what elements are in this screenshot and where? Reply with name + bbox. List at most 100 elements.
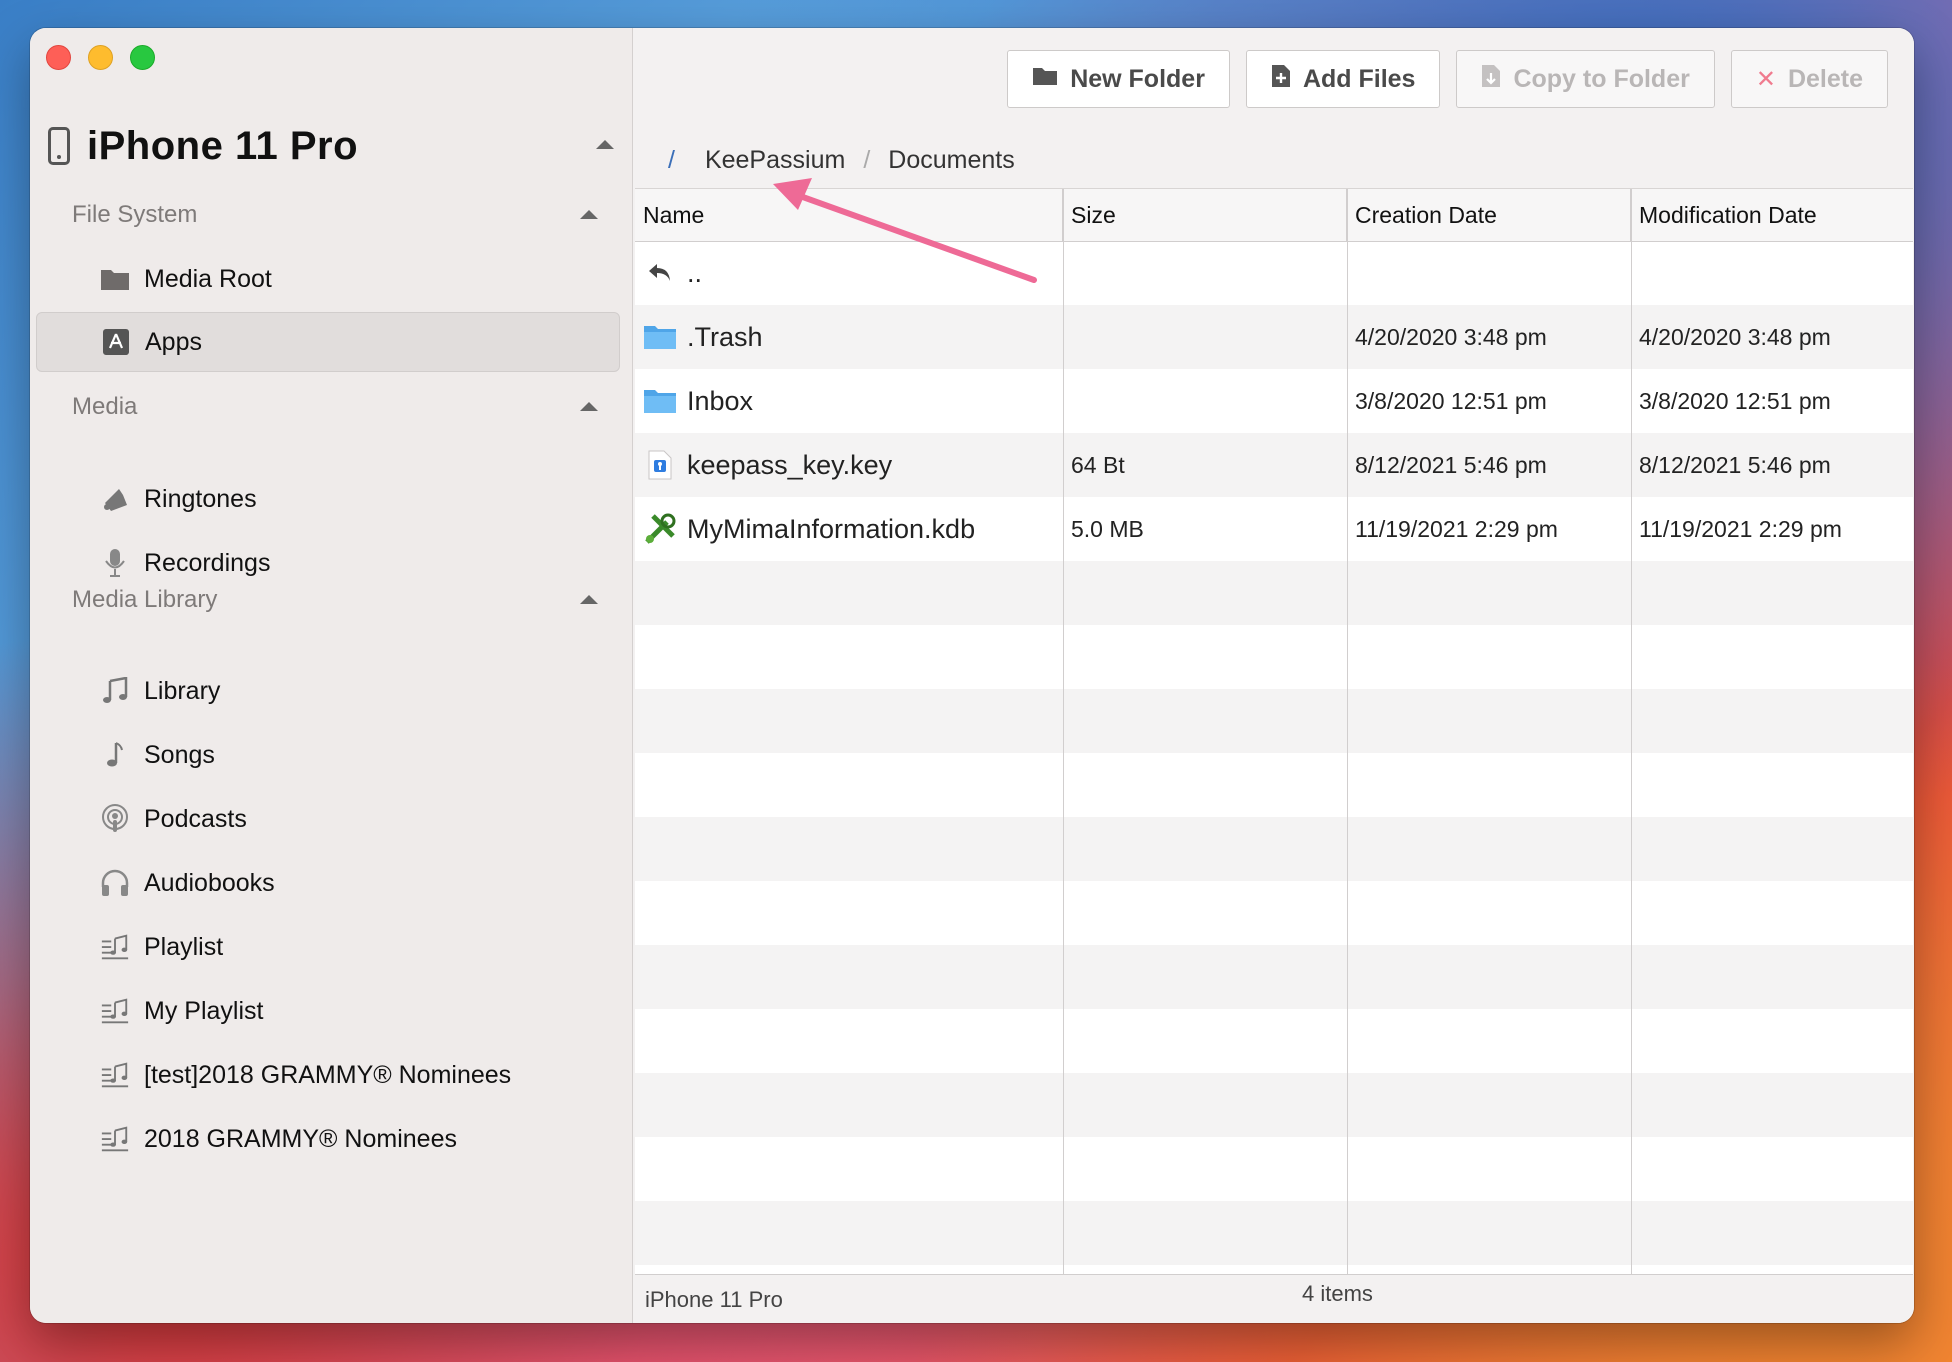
sidebar-item-label: [test]2018 GRAMMY® Nominees bbox=[144, 1060, 512, 1089]
app-window: iPhone 11 Pro File System Media Root App… bbox=[30, 28, 1914, 1323]
sidebar-item-apps[interactable]: Apps bbox=[36, 312, 620, 372]
breadcrumb-item-keepassium[interactable]: KeePassium bbox=[705, 146, 845, 175]
cell-modification-date: 8/12/2021 5:46 pm bbox=[1639, 451, 1831, 478]
folder-icon bbox=[643, 384, 677, 418]
sidebar-item-media-root[interactable]: Media Root bbox=[36, 249, 620, 309]
device-header[interactable]: iPhone 11 Pro bbox=[48, 116, 628, 176]
single-note-icon bbox=[100, 740, 130, 770]
table-row-bg bbox=[635, 561, 1913, 625]
sidebar-item-audiobooks[interactable]: Audiobooks bbox=[36, 853, 620, 913]
sidebar-item-label: Apps bbox=[145, 327, 202, 356]
new-folder-button[interactable]: New Folder bbox=[1007, 50, 1230, 108]
playlist-icon bbox=[100, 1060, 130, 1090]
section-label: File System bbox=[72, 201, 198, 228]
cell-name: Inbox bbox=[635, 369, 1063, 433]
file-name: .Trash bbox=[687, 321, 763, 352]
cell-creation-date: 11/19/2021 2:29 pm bbox=[1355, 515, 1558, 542]
main-panel: New Folder Add Files Copy to Folder ✕ De… bbox=[633, 28, 1914, 1323]
music-note-icon bbox=[100, 676, 130, 706]
cell-size: 64 Bt bbox=[1071, 451, 1125, 478]
delete-button[interactable]: ✕ Delete bbox=[1730, 50, 1888, 108]
podcast-icon bbox=[100, 804, 130, 834]
breadcrumb: / KeePassium / Documents bbox=[668, 146, 1015, 175]
cell-name: .Trash bbox=[635, 305, 1063, 369]
section-label: Media Library bbox=[72, 586, 218, 613]
add-files-button[interactable]: Add Files bbox=[1245, 50, 1441, 108]
sidebar-item-label: Library bbox=[144, 676, 221, 705]
copy-to-folder-button[interactable]: Copy to Folder bbox=[1456, 50, 1715, 108]
collapse-device-icon[interactable] bbox=[596, 140, 614, 149]
phone-icon bbox=[48, 127, 70, 165]
key-file-icon bbox=[643, 448, 677, 482]
window-controls bbox=[46, 45, 155, 70]
column-header-name[interactable]: Name bbox=[635, 189, 1063, 241]
sidebar-item-ringtones[interactable]: Ringtones bbox=[36, 469, 620, 529]
sidebar-item-library[interactable]: Library bbox=[36, 661, 620, 721]
breadcrumb-item-documents[interactable]: Documents bbox=[888, 146, 1014, 175]
status-item-count: 4 items bbox=[1302, 1281, 1373, 1306]
column-divider bbox=[1631, 189, 1632, 1275]
folder-icon bbox=[100, 264, 130, 294]
status-device-name: iPhone 11 Pro bbox=[645, 1287, 783, 1312]
toolbar: New Folder Add Files Copy to Folder ✕ De… bbox=[1007, 50, 1888, 108]
collapse-media-library-icon[interactable] bbox=[580, 595, 598, 604]
copy-file-icon bbox=[1481, 64, 1501, 95]
cell-creation-date: 4/20/2020 3:48 pm bbox=[1355, 323, 1547, 350]
column-divider bbox=[1063, 189, 1064, 1275]
table-row[interactable]: MyMimaInformation.kdb 5.0 MB 11/19/2021 … bbox=[635, 497, 1913, 561]
sidebar-item-songs[interactable]: Songs bbox=[36, 725, 620, 785]
sidebar-item-label: Audiobooks bbox=[144, 868, 275, 897]
cell-name: MyMimaInformation.kdb bbox=[635, 497, 1063, 561]
file-name: Inbox bbox=[687, 385, 754, 416]
table-row[interactable]: .. bbox=[635, 241, 1913, 305]
cell-creation-date: 3/8/2020 12:51 pm bbox=[1355, 387, 1547, 414]
playlist-icon bbox=[100, 996, 130, 1026]
section-media[interactable]: Media bbox=[72, 387, 612, 427]
bell-icon bbox=[100, 484, 130, 514]
playlist-icon bbox=[100, 932, 130, 962]
back-arrow-icon bbox=[643, 256, 677, 290]
device-title: iPhone 11 Pro bbox=[87, 123, 359, 168]
cell-creation-date: 8/12/2021 5:46 pm bbox=[1355, 451, 1547, 478]
table-row[interactable]: keepass_key.key 64 Bt 8/12/2021 5:46 pm … bbox=[635, 433, 1913, 497]
table-row[interactable]: .Trash 4/20/2020 3:48 pm 4/20/2020 3:48 … bbox=[635, 305, 1913, 369]
column-header-modification-date[interactable]: Modification Date bbox=[1631, 189, 1913, 241]
column-header-size[interactable]: Size bbox=[1063, 189, 1347, 241]
table-row[interactable]: Inbox 3/8/2020 12:51 pm 3/8/2020 12:51 p… bbox=[635, 369, 1913, 433]
collapse-media-icon[interactable] bbox=[580, 402, 598, 411]
sidebar-item-my-playlist[interactable]: My Playlist bbox=[36, 981, 620, 1041]
app-store-icon bbox=[101, 327, 131, 357]
sidebar-item-grammy-nominees[interactable]: 2018 GRAMMY® Nominees bbox=[36, 1109, 620, 1169]
column-header-creation-date[interactable]: Creation Date bbox=[1347, 189, 1631, 241]
add-files-label: Add Files bbox=[1302, 64, 1416, 93]
keepass-db-icon bbox=[643, 512, 677, 546]
file-name: .. bbox=[687, 257, 703, 288]
minimize-window-button[interactable] bbox=[88, 45, 113, 70]
table-header: Name Size Creation Date Modification Dat… bbox=[635, 189, 1913, 242]
status-bar: iPhone 11 Pro 4 items bbox=[635, 1274, 1913, 1323]
sidebar-item-test-grammy-nominees[interactable]: [test]2018 GRAMMY® Nominees bbox=[36, 1045, 620, 1105]
sidebar-item-label: Playlist bbox=[144, 932, 224, 961]
section-file-system[interactable]: File System bbox=[72, 195, 612, 235]
close-window-button[interactable] bbox=[46, 45, 71, 70]
sidebar-item-label: Songs bbox=[144, 740, 215, 769]
folder-icon bbox=[1032, 65, 1058, 93]
close-icon: ✕ bbox=[1755, 65, 1776, 93]
sidebar-item-playlist[interactable]: Playlist bbox=[36, 917, 620, 977]
sidebar-item-podcasts[interactable]: Podcasts bbox=[36, 789, 620, 849]
table-row-bg bbox=[635, 1201, 1913, 1265]
sidebar-item-label: Recordings bbox=[144, 548, 271, 577]
cell-modification-date: 4/20/2020 3:48 pm bbox=[1639, 323, 1831, 350]
cell-modification-date: 3/8/2020 12:51 pm bbox=[1639, 387, 1831, 414]
add-file-icon bbox=[1271, 64, 1291, 95]
sidebar-item-label: Media Root bbox=[144, 264, 272, 293]
breadcrumb-root[interactable]: / bbox=[668, 146, 675, 175]
file-name: MyMimaInformation.kdb bbox=[687, 513, 976, 544]
delete-label: Delete bbox=[1787, 64, 1863, 93]
zoom-window-button[interactable] bbox=[130, 45, 155, 70]
cell-modification-date: 11/19/2021 2:29 pm bbox=[1639, 515, 1842, 542]
file-name: keepass_key.key bbox=[687, 449, 893, 480]
breadcrumb-separator: / bbox=[863, 146, 871, 174]
collapse-file-system-icon[interactable] bbox=[580, 210, 598, 219]
section-media-library[interactable]: Media Library bbox=[72, 580, 612, 620]
